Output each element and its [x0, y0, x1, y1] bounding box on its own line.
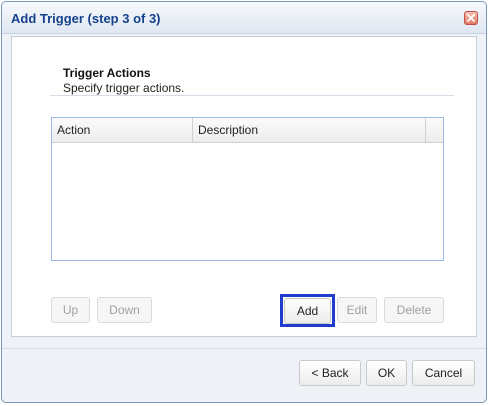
cancel-button[interactable]: Cancel — [412, 360, 475, 386]
close-button[interactable] — [464, 11, 478, 25]
dialog-title: Add Trigger (step 3 of 3) — [11, 11, 161, 26]
actions-grid[interactable]: Action Description — [51, 117, 444, 261]
delete-button[interactable]: Delete — [384, 297, 444, 323]
trigger-actions-panel: Trigger Actions Specify trigger actions.… — [11, 36, 477, 337]
add-button[interactable]: Add — [284, 298, 331, 324]
column-header-action[interactable]: Action — [52, 118, 193, 142]
down-button[interactable]: Down — [97, 297, 152, 323]
edit-button[interactable]: Edit — [337, 297, 377, 323]
section-divider — [50, 95, 454, 96]
dialog-titlebar[interactable]: Add Trigger (step 3 of 3) — [2, 2, 486, 34]
close-icon — [467, 14, 475, 22]
grid-header: Action Description — [52, 118, 443, 143]
footer-divider — [2, 348, 486, 349]
back-button[interactable]: < Back — [299, 360, 361, 386]
column-header-description[interactable]: Description — [193, 118, 426, 142]
ok-button[interactable]: OK — [366, 360, 407, 386]
section-title: Trigger Actions — [63, 66, 151, 80]
grid-body[interactable] — [52, 143, 443, 260]
up-button[interactable]: Up — [51, 297, 90, 323]
add-trigger-dialog: Add Trigger (step 3 of 3) Trigger Action… — [1, 1, 487, 403]
section-subtitle: Specify trigger actions. — [63, 81, 185, 95]
